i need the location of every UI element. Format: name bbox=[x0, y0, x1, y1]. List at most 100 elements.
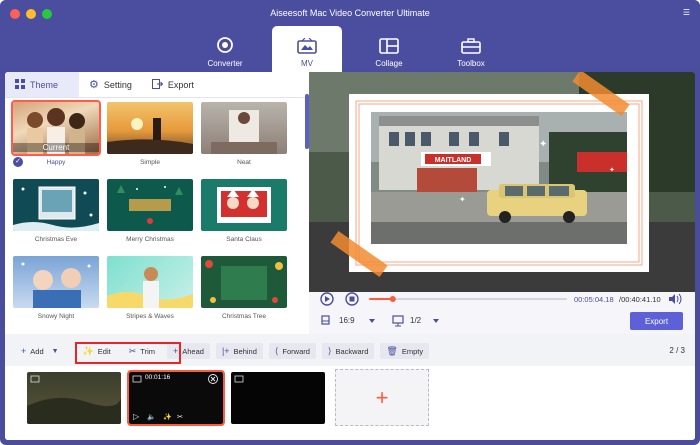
theme-label: Neat bbox=[237, 159, 251, 166]
mv-workspace: Theme ⚙ Setting Export Current ✓ Happy S… bbox=[5, 72, 695, 440]
clip-edit-icon[interactable]: ✨ bbox=[163, 413, 172, 421]
timeline-clip-selected[interactable]: 00:01:16 ▷ 🔈 ✨ ✂ bbox=[127, 370, 225, 426]
clip-thumbnail bbox=[27, 375, 121, 424]
theme-grid: Current ✓ Happy Simple Neat Christmas Ev… bbox=[11, 100, 299, 333]
page-dropdown-chevron-down-icon[interactable] bbox=[433, 319, 439, 323]
empty-button[interactable]: 🗑 Empty bbox=[380, 343, 430, 359]
edit-trim-highlight bbox=[75, 342, 181, 364]
timeline-clip[interactable] bbox=[27, 372, 121, 424]
theme-label: Christmas Tree bbox=[221, 313, 267, 320]
preview-frame: MAITLAND ✦ ✦ ✦ bbox=[309, 72, 695, 292]
theme-label: Christmas Eve bbox=[34, 236, 78, 243]
clip-play-icon[interactable]: ▷ bbox=[133, 412, 139, 421]
subtab-export[interactable]: Export bbox=[142, 72, 204, 97]
tab-converter-label: Converter bbox=[207, 59, 243, 68]
stripes-waves-thumbnail-image bbox=[107, 267, 193, 308]
behind-button[interactable]: |+ Behind bbox=[215, 343, 263, 359]
subtab-theme[interactable]: Theme bbox=[5, 72, 79, 97]
subtab-setting[interactable]: ⚙ Setting bbox=[79, 72, 142, 97]
svg-text:✦: ✦ bbox=[459, 195, 466, 204]
check-icon: ✓ bbox=[13, 157, 23, 167]
theme-label: Snowy Night bbox=[37, 313, 75, 320]
tab-toolbox[interactable]: Toolbox bbox=[436, 28, 506, 72]
chevron-left-icon: ⟨ bbox=[274, 345, 279, 356]
merry-christmas-thumbnail-image bbox=[117, 185, 183, 224]
theme-item-stripes-waves[interactable]: Stripes & Waves bbox=[107, 256, 193, 333]
stop-button[interactable] bbox=[345, 292, 359, 306]
clip-trim-icon[interactable]: ✂ bbox=[177, 413, 183, 421]
theme-grid-icon bbox=[15, 78, 25, 91]
clip-thumbnail bbox=[234, 375, 244, 383]
time-total: /00:40:41.10 bbox=[619, 295, 661, 304]
theme-thumbnail[interactable] bbox=[13, 256, 99, 308]
stop-icon bbox=[349, 296, 355, 302]
tab-mv[interactable]: MV bbox=[272, 26, 342, 72]
main-nav: Converter MV Collage Toolbox bbox=[190, 26, 518, 72]
theme-item-snowy-night[interactable]: Snowy Night bbox=[13, 256, 99, 333]
clip-pager: 2 / 3 bbox=[669, 346, 685, 355]
collage-icon bbox=[379, 38, 399, 54]
theme-thumbnail[interactable]: Current bbox=[11, 100, 101, 156]
svg-text:✦: ✦ bbox=[609, 166, 615, 174]
forward-button[interactable]: ⟨ Forward bbox=[268, 343, 316, 359]
simple-thumbnail-image bbox=[107, 118, 193, 154]
page-indicator[interactable]: 1/2 bbox=[410, 316, 422, 325]
add-button[interactable]: + Add ▼ bbox=[15, 343, 65, 359]
tab-collage[interactable]: Collage bbox=[354, 28, 424, 72]
export-icon bbox=[151, 78, 164, 91]
progress-fill bbox=[369, 298, 393, 300]
aspect-ratio-icon bbox=[321, 315, 330, 325]
theme-thumbnail[interactable] bbox=[13, 179, 99, 231]
tab-mv-label: MV bbox=[301, 59, 313, 68]
trash-icon: 🗑 bbox=[386, 345, 398, 356]
subtab-theme-label: Theme bbox=[30, 79, 59, 90]
tab-collage-label: Collage bbox=[375, 59, 403, 68]
theme-thumbnail[interactable] bbox=[107, 256, 193, 308]
tab-converter[interactable]: Converter bbox=[190, 28, 260, 72]
theme-thumbnail[interactable] bbox=[201, 179, 287, 231]
subtab-setting-label: Setting bbox=[103, 79, 132, 90]
theme-item-santa-claus[interactable]: Santa Claus bbox=[201, 179, 287, 256]
progress-track[interactable] bbox=[369, 298, 567, 300]
theme-thumbnail[interactable] bbox=[201, 102, 287, 154]
mv-icon bbox=[297, 38, 317, 54]
theme-label: Simple bbox=[140, 159, 160, 166]
time-current: 00:05:04.18 bbox=[574, 295, 614, 304]
theme-thumbnail[interactable] bbox=[201, 256, 287, 308]
backward-button[interactable]: ⟩ Backward bbox=[321, 343, 375, 359]
clip-volume-icon[interactable]: 🔈 bbox=[147, 413, 156, 421]
progress-handle[interactable] bbox=[389, 296, 396, 302]
title-bar: Aiseesoft Mac Video Converter Ultimate ☰… bbox=[0, 0, 700, 72]
play-button[interactable] bbox=[320, 292, 334, 306]
theme-item-happy[interactable]: Current ✓ Happy bbox=[11, 100, 101, 179]
theme-item-christmas-tree[interactable]: Christmas Tree bbox=[201, 256, 287, 333]
theme-label: Stripes & Waves bbox=[126, 313, 174, 320]
aspect-dropdown-chevron-down-icon[interactable] bbox=[369, 319, 375, 323]
playback-bar: 00:05:04.18 /00:40:41.10 16:9 1/2 Export bbox=[320, 292, 683, 330]
converter-icon bbox=[217, 37, 233, 53]
clip-timeline: 00:01:16 ▷ 🔈 ✨ ✂ + bbox=[5, 366, 695, 440]
theme-item-neat[interactable]: Neat bbox=[201, 102, 287, 179]
svg-text:✦: ✦ bbox=[539, 139, 547, 150]
theme-thumbnail[interactable] bbox=[107, 102, 193, 154]
theme-item-merry-christmas[interactable]: Merry Christmas bbox=[107, 179, 193, 256]
gear-icon: ⚙ bbox=[89, 79, 99, 91]
theme-item-christmas-eve[interactable]: Christmas Eve bbox=[13, 179, 99, 256]
tab-toolbox-label: Toolbox bbox=[457, 59, 485, 68]
plus-behind-icon: |+ bbox=[221, 346, 230, 356]
toolbox-icon bbox=[461, 38, 481, 54]
chevron-down-icon[interactable]: ▼ bbox=[52, 348, 59, 355]
christmas-tree-thumbnail-image bbox=[205, 260, 283, 303]
plus-icon: + bbox=[21, 346, 27, 356]
timeline-clip[interactable] bbox=[231, 372, 325, 424]
theme-thumbnail[interactable] bbox=[107, 179, 193, 231]
menu-icon[interactable]: ☰ bbox=[683, 8, 690, 17]
aspect-ratio-value[interactable]: 16:9 bbox=[339, 316, 355, 325]
volume-icon[interactable] bbox=[669, 293, 682, 305]
theme-panel: Theme ⚙ Setting Export Current ✓ Happy S… bbox=[5, 72, 309, 334]
theme-label: Merry Christmas bbox=[126, 236, 174, 243]
add-clip-button[interactable]: + bbox=[335, 369, 429, 426]
theme-item-simple[interactable]: Simple bbox=[107, 102, 193, 179]
current-badge: Current bbox=[13, 143, 99, 152]
santa-claus-thumbnail-image bbox=[217, 187, 271, 223]
